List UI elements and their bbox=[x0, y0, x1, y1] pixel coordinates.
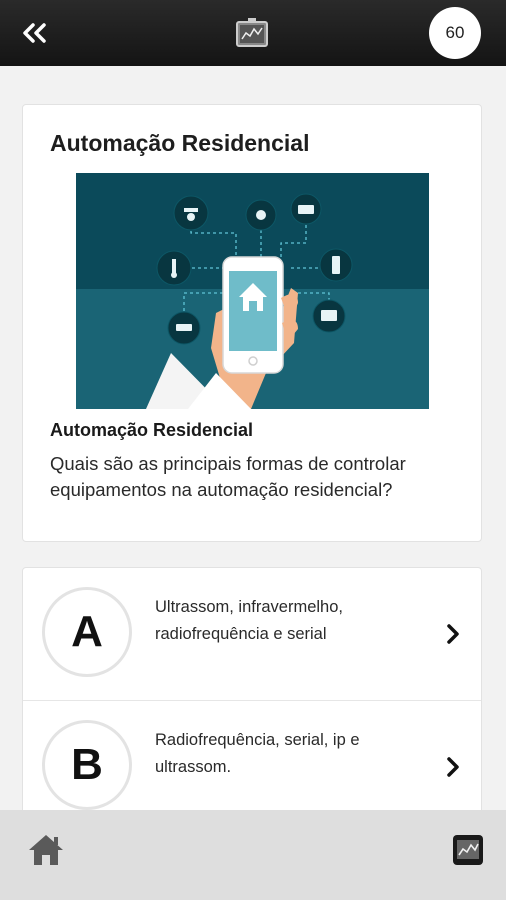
double-chevron-left-icon bbox=[23, 23, 46, 43]
question-card: Automação Residencial Automação Residenc… bbox=[22, 104, 482, 542]
chevron-right-icon bbox=[447, 757, 459, 777]
home-automation-illustration bbox=[76, 173, 429, 409]
question-subtitle: Automação Residencial bbox=[50, 420, 254, 440]
option-letter-a: A bbox=[42, 587, 132, 677]
option-text-a: Ultrassom, infravermelho, radiofrequênci… bbox=[155, 598, 343, 643]
question-title: Automação Residencial bbox=[50, 130, 310, 156]
chalkboard-icon bbox=[453, 835, 483, 865]
home-icon bbox=[29, 835, 63, 865]
chevron-right-icon bbox=[447, 624, 459, 644]
timer-badge: 60 bbox=[429, 7, 481, 59]
chalkboard-logo-icon bbox=[236, 17, 268, 49]
answer-option-a[interactable]: A Ultrassom, infravermelho, radiofrequên… bbox=[23, 568, 481, 700]
answers-card: A Ultrassom, infravermelho, radiofrequên… bbox=[22, 567, 482, 827]
top-bar: 60 bbox=[0, 0, 506, 66]
bottom-bar bbox=[0, 810, 506, 900]
back-button[interactable] bbox=[18, 18, 52, 48]
question-text: Quais são as principais formas de contro… bbox=[50, 453, 406, 500]
option-text-b: Radiofrequência, serial, ip e ultrassom. bbox=[155, 731, 360, 776]
option-letter-b: B bbox=[42, 720, 132, 810]
home-button[interactable] bbox=[26, 832, 66, 868]
chalkboard-menu-button[interactable] bbox=[452, 834, 484, 866]
